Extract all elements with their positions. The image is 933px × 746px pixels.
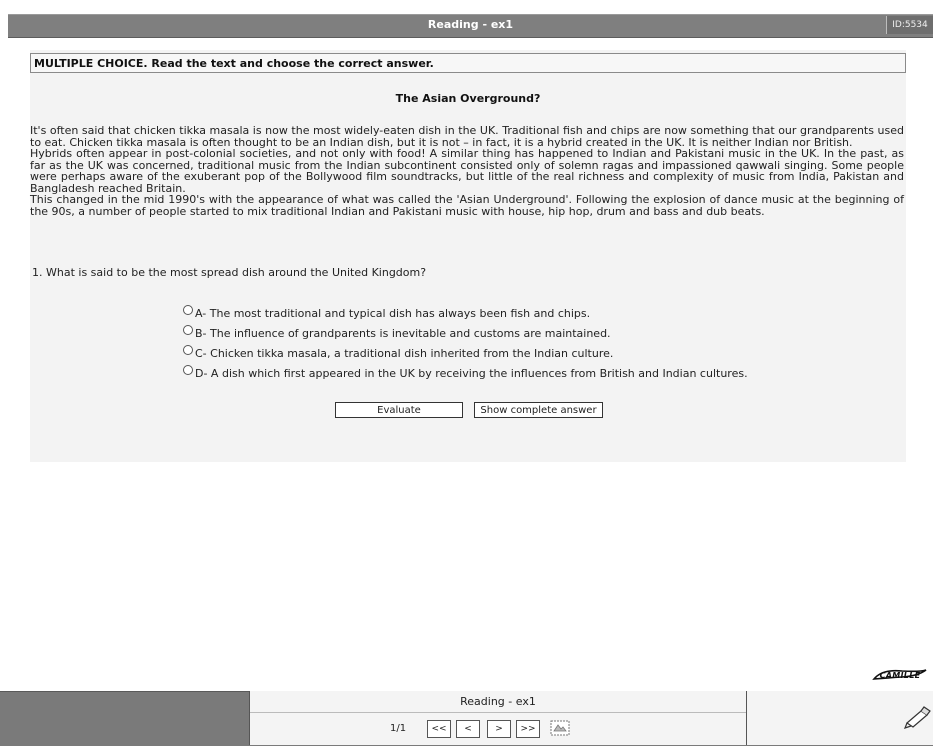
map-icon[interactable]	[550, 720, 570, 736]
left-edge	[0, 36, 8, 691]
window-title: Reading - ex1	[427, 18, 514, 31]
pager: 1/1 << < > >>	[250, 720, 746, 738]
radio-button-icon[interactable]	[183, 365, 193, 375]
passage-paragraph: This changed in the mid 1990's with the …	[30, 193, 904, 218]
tools-panel	[747, 691, 933, 745]
option-d[interactable]: D- A dish which first appeared in the UK…	[183, 363, 748, 383]
evaluate-button[interactable]: Evaluate	[335, 402, 463, 418]
page-number: 1/1	[390, 723, 407, 734]
title-bar: Reading - ex1 ID:5534	[8, 14, 933, 38]
option-a[interactable]: A- The most traditional and typical dish…	[183, 303, 748, 323]
radio-button-icon[interactable]	[183, 325, 193, 335]
previous-page-button[interactable]: <	[456, 720, 480, 738]
option-label: A- The most traditional and typical dish…	[195, 306, 591, 320]
camille-logo: CAMILLE	[872, 667, 928, 683]
option-label: B- The influence of grandparents is inev…	[195, 326, 611, 340]
navigation-panel: Reading - ex1 1/1 << < > >>	[249, 691, 747, 745]
option-c[interactable]: C- Chicken tikka masala, a traditional d…	[183, 343, 748, 363]
passage-paragraph: It's often said that chicken tikka masal…	[30, 124, 904, 149]
first-page-button[interactable]: <<	[427, 720, 451, 738]
option-label: C- Chicken tikka masala, a traditional d…	[195, 346, 614, 360]
logo-text: CAMILLE	[879, 670, 921, 680]
instruction-bar: MULTIPLE CHOICE. Read the text and choos…	[30, 53, 906, 73]
passage-paragraph: Hybrids often appear in post-colonial so…	[30, 147, 904, 195]
reading-title: The Asian Overground?	[395, 92, 541, 105]
radio-button-icon[interactable]	[183, 345, 193, 355]
show-answer-button[interactable]: Show complete answer	[474, 402, 603, 418]
last-page-button[interactable]: >>	[516, 720, 540, 738]
exercise-id: ID:5534	[886, 16, 933, 34]
answer-options: A- The most traditional and typical dish…	[183, 303, 748, 383]
option-label: D- A dish which first appeared in the UK…	[195, 366, 748, 380]
exercise-panel	[30, 50, 906, 462]
divider	[250, 712, 746, 713]
radio-button-icon[interactable]	[183, 305, 193, 315]
reading-passage: It's often said that chicken tikka masal…	[30, 125, 904, 217]
question-text: 1. What is said to be the most spread di…	[32, 266, 427, 279]
pencil-icon[interactable]	[903, 705, 931, 729]
footer-title: Reading - ex1	[460, 695, 536, 708]
next-page-button[interactable]: >	[487, 720, 511, 738]
option-b[interactable]: B- The influence of grandparents is inev…	[183, 323, 748, 343]
